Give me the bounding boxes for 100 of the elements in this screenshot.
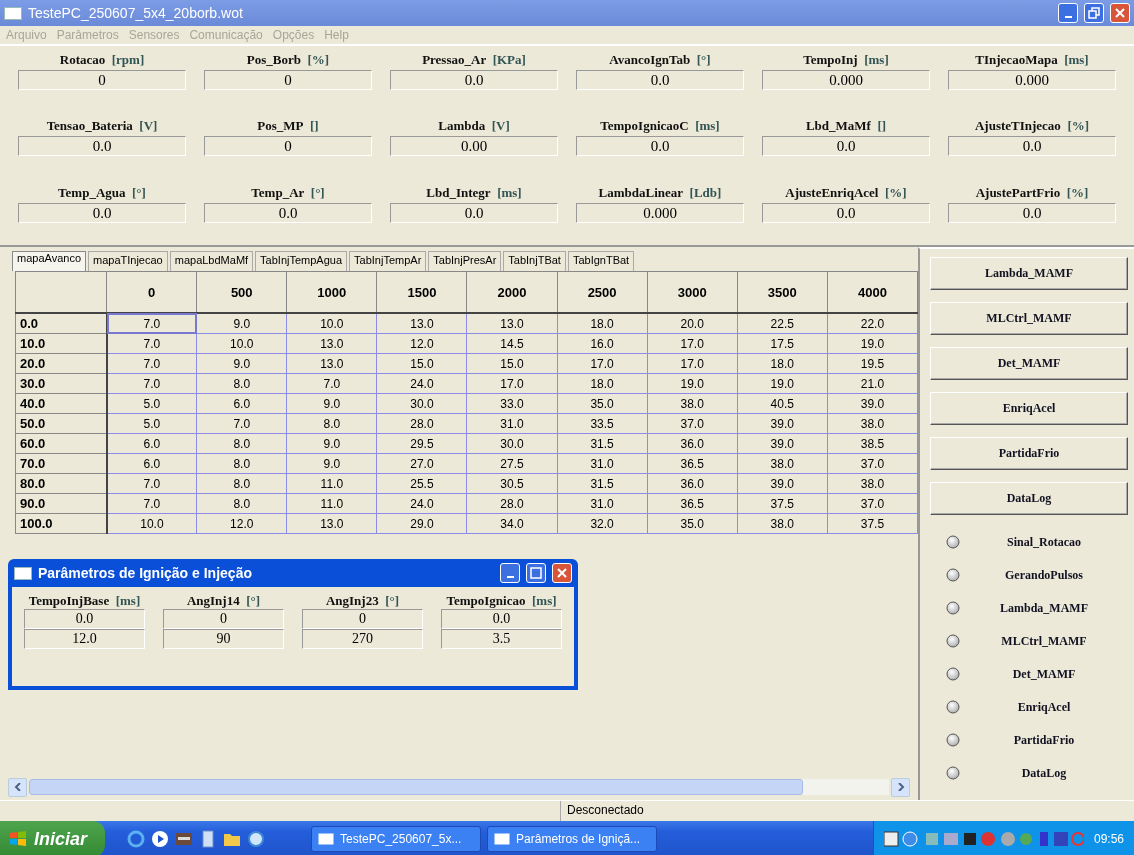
- minimize-button[interactable]: [1058, 3, 1078, 23]
- taskbar-button[interactable]: Parâmetros de Igniçã...: [487, 826, 658, 852]
- table-cell[interactable]: 15.0: [376, 353, 467, 374]
- table-cell[interactable]: 17.0: [647, 333, 738, 354]
- table-cell[interactable]: 37.0: [647, 413, 738, 434]
- table-cell[interactable]: 13.0: [376, 313, 467, 334]
- table-cell[interactable]: 32.0: [557, 513, 648, 534]
- table-cell[interactable]: 17.5: [737, 333, 828, 354]
- table-cell[interactable]: 37.0: [827, 453, 918, 474]
- close-button[interactable]: [1110, 3, 1130, 23]
- table-cell[interactable]: 36.5: [647, 493, 738, 514]
- table-cell[interactable]: 38.5: [827, 433, 918, 454]
- table-cell[interactable]: 11.0: [286, 493, 377, 514]
- tab[interactable]: TabInjTBat: [503, 251, 566, 271]
- scroll-left-button[interactable]: [8, 777, 27, 797]
- table-cell[interactable]: 17.0: [647, 353, 738, 374]
- table-cell[interactable]: 10.0: [286, 313, 377, 334]
- table-cell[interactable]: 31.5: [557, 473, 648, 494]
- tab[interactable]: TabInjTempAr: [349, 251, 427, 271]
- table-cell[interactable]: 38.0: [737, 453, 828, 474]
- table-cell[interactable]: 5.0: [106, 413, 197, 434]
- table-cell[interactable]: 9.0: [286, 393, 377, 414]
- table-cell[interactable]: 40.5: [737, 393, 828, 414]
- table-cell[interactable]: 30.0: [376, 393, 467, 414]
- table-cell[interactable]: 13.0: [466, 313, 558, 334]
- start-button[interactable]: Iniciar: [0, 821, 106, 855]
- table-cell[interactable]: 27.0: [376, 453, 467, 474]
- table-cell[interactable]: 21.0: [827, 373, 918, 394]
- table-cell[interactable]: 8.0: [196, 373, 287, 394]
- table-cell[interactable]: 33.0: [466, 393, 558, 414]
- table-cell[interactable]: 8.0: [196, 473, 287, 494]
- table-cell[interactable]: 16.0: [557, 333, 648, 354]
- table-cell[interactable]: 12.0: [376, 333, 467, 354]
- minimize-button[interactable]: [500, 563, 520, 583]
- browser-icon[interactable]: [247, 830, 266, 848]
- table-cell[interactable]: 11.0: [286, 473, 377, 494]
- table-cell[interactable]: 37.0: [827, 493, 918, 514]
- table-cell[interactable]: 18.0: [737, 353, 828, 374]
- table-cell[interactable]: 7.0: [106, 313, 197, 334]
- scrollbar-thumb[interactable]: [29, 779, 803, 795]
- app-icon[interactable]: [175, 830, 194, 848]
- table-cell[interactable]: 9.0: [286, 433, 377, 454]
- table-cell[interactable]: 5.0: [106, 393, 197, 414]
- table-cell[interactable]: 34.0: [466, 513, 558, 534]
- table-cell[interactable]: 39.0: [737, 433, 828, 454]
- tab[interactable]: mapaAvanco: [12, 251, 86, 271]
- table-cell[interactable]: 7.0: [286, 373, 377, 394]
- table-cell[interactable]: 28.0: [376, 413, 467, 434]
- table-cell[interactable]: 18.0: [557, 313, 648, 334]
- table-cell[interactable]: 7.0: [106, 353, 197, 374]
- table-cell[interactable]: 39.0: [737, 473, 828, 494]
- table-cell[interactable]: 38.0: [827, 473, 918, 494]
- table-cell[interactable]: 7.0: [106, 333, 197, 354]
- table-cell[interactable]: 25.5: [376, 473, 467, 494]
- table-cell[interactable]: 9.0: [196, 313, 287, 334]
- table-cell[interactable]: 29.0: [376, 513, 467, 534]
- table-cell[interactable]: 7.0: [106, 373, 197, 394]
- side-button[interactable]: EnriqAcel: [930, 392, 1128, 425]
- table-cell[interactable]: 31.0: [466, 413, 558, 434]
- tab[interactable]: TabIgnTBat: [567, 251, 635, 271]
- table-cell[interactable]: 35.0: [557, 393, 648, 414]
- table-cell[interactable]: 24.0: [376, 373, 467, 394]
- table-cell[interactable]: 38.0: [827, 413, 918, 434]
- table-cell[interactable]: 10.0: [196, 333, 287, 354]
- table-cell[interactable]: 7.0: [106, 473, 197, 494]
- table-cell[interactable]: 35.0: [647, 513, 738, 534]
- table-cell[interactable]: 38.0: [737, 513, 828, 534]
- table-cell[interactable]: 37.5: [827, 513, 918, 534]
- table-cell[interactable]: 15.0: [466, 353, 558, 374]
- scroll-right-button[interactable]: [891, 777, 910, 797]
- table-cell[interactable]: 18.0: [557, 373, 648, 394]
- table-cell[interactable]: 19.0: [647, 373, 738, 394]
- table-cell[interactable]: 27.5: [466, 453, 558, 474]
- table-cell[interactable]: 6.0: [196, 393, 287, 414]
- table-cell[interactable]: 13.0: [286, 353, 377, 374]
- restore-button[interactable]: [1084, 3, 1104, 23]
- maximize-button[interactable]: [526, 563, 546, 583]
- table-cell[interactable]: 36.0: [647, 473, 738, 494]
- table-cell[interactable]: 7.0: [196, 413, 287, 434]
- table-cell[interactable]: 31.5: [557, 433, 648, 454]
- tab[interactable]: mapaLbdMaMf: [169, 251, 254, 271]
- table-cell[interactable]: 13.0: [286, 333, 377, 354]
- tab[interactable]: mapaTInjecao: [88, 251, 168, 271]
- table-cell[interactable]: 9.0: [286, 453, 377, 474]
- close-button[interactable]: [552, 563, 572, 583]
- table-cell[interactable]: 22.5: [737, 313, 828, 334]
- tab[interactable]: TabInjTempAgua: [255, 251, 348, 271]
- table-cell[interactable]: 39.0: [827, 393, 918, 414]
- table-cell[interactable]: 19.0: [737, 373, 828, 394]
- table-cell[interactable]: 9.0: [196, 353, 287, 374]
- browser-icon[interactable]: [127, 830, 146, 848]
- table-cell[interactable]: 8.0: [286, 413, 377, 434]
- side-button[interactable]: Det_MAMF: [930, 347, 1128, 380]
- table-cell[interactable]: 14.5: [466, 333, 558, 354]
- table-cell[interactable]: 39.0: [737, 413, 828, 434]
- side-button[interactable]: PartidaFrio: [930, 437, 1128, 470]
- media-player-icon[interactable]: [151, 830, 170, 848]
- side-button[interactable]: DataLog: [930, 482, 1128, 515]
- table-cell[interactable]: 31.0: [557, 453, 648, 474]
- table-cell[interactable]: 37.5: [737, 493, 828, 514]
